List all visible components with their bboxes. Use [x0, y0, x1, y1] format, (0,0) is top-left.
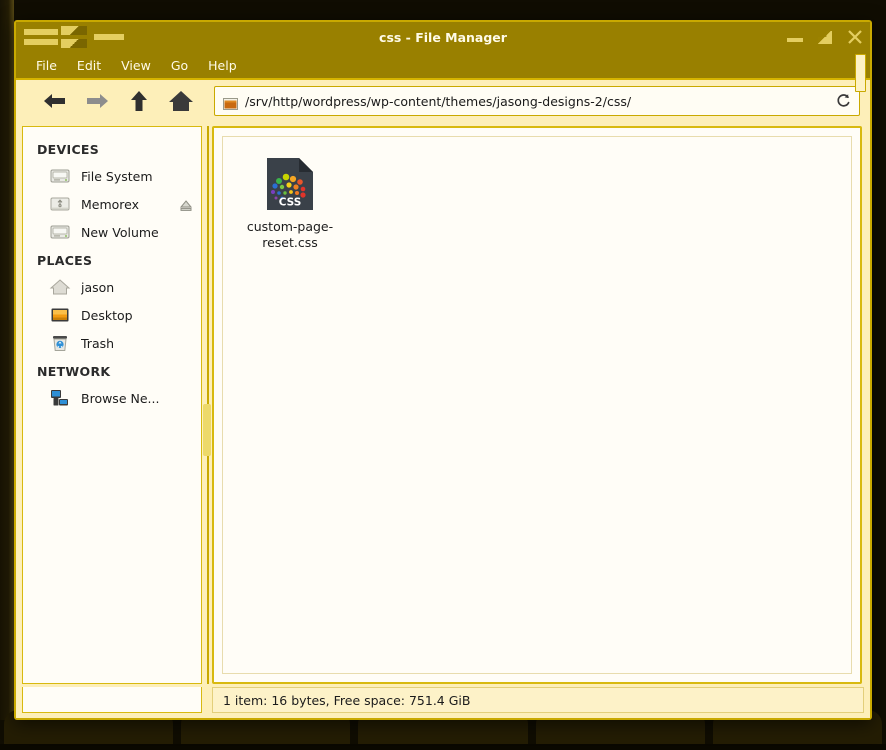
window-menu-square [61, 39, 87, 48]
desktop-icon [49, 304, 71, 326]
sidebar-item-label: jason [81, 279, 115, 295]
sidebar-item-label: Browse Ne... [81, 390, 160, 406]
title-bar: css - File Manager [16, 22, 870, 52]
navigation-toolbar: /srv/http/wordpress/wp-content/themes/ja… [16, 78, 870, 122]
sidebar-item-trash[interactable]: Trash [23, 329, 201, 357]
menu-item-file[interactable]: File [28, 56, 65, 75]
drive-icon [49, 165, 71, 187]
sidebar-item-label: New Volume [81, 224, 159, 240]
close-icon[interactable] [846, 28, 864, 46]
menu-item-go[interactable]: Go [163, 56, 196, 75]
drive-icon [49, 221, 71, 243]
sidebar-group-places: PLACES [37, 253, 93, 268]
file-pane[interactable]: CSS custom-page-reset.css [212, 126, 862, 684]
sidebar-item-jason[interactable]: jason [23, 273, 201, 301]
status-bar-row: 1 item: 16 bytes, Free space: 751.4 GiB [16, 684, 870, 718]
file-pane-wrapper: CSS custom-page-reset.css [212, 126, 864, 684]
minimize-icon[interactable] [786, 28, 804, 46]
sidebar-bottom-stub [22, 687, 202, 713]
splitter-grip[interactable] [203, 404, 211, 456]
arrow-right-icon [87, 94, 108, 108]
sidebar-item-file-system[interactable]: File System [23, 162, 201, 190]
svg-text:CSS: CSS [279, 197, 302, 209]
forward-button[interactable] [76, 84, 118, 118]
arrow-up-icon [131, 91, 147, 111]
sidebar-item-memorex[interactable]: Memorex [23, 190, 201, 218]
status-bar: 1 item: 16 bytes, Free space: 751.4 GiB [212, 687, 864, 713]
up-button[interactable] [118, 84, 160, 118]
path-value: /srv/http/wordpress/wp-content/themes/ja… [245, 93, 632, 109]
folder-icon [223, 95, 238, 110]
file-name-label: custom-page-reset.css [246, 219, 334, 250]
window-menu-icon[interactable] [24, 26, 124, 48]
usb-drive-icon [49, 193, 71, 215]
window-menu-bar-line [24, 29, 58, 35]
sidebar: DEVICES File System Memorex New Volume P… [22, 126, 202, 684]
window-edge-scrollbar[interactable] [855, 54, 866, 92]
file-manager-window: css - File Manager File Edit View Go Hel… [14, 20, 872, 720]
menu-item-edit[interactable]: Edit [69, 56, 109, 75]
home-icon [49, 276, 71, 298]
window-title: css - File Manager [379, 29, 507, 45]
desktop-bottom-strip [0, 744, 886, 750]
menu-item-view[interactable]: View [113, 56, 159, 75]
back-button[interactable] [34, 84, 76, 118]
desktop-left-edge [0, 0, 14, 720]
arrow-left-icon [44, 94, 65, 108]
home-icon [169, 91, 193, 111]
sidebar-splitter[interactable] [202, 126, 212, 684]
sidebar-item-browse-network[interactable]: Browse Ne... [23, 384, 201, 412]
css-file-icon: CSS [261, 155, 319, 213]
sidebar-item-label: Memorex [81, 196, 140, 212]
home-button[interactable] [160, 84, 202, 118]
path-input[interactable]: /srv/http/wordpress/wp-content/themes/ja… [214, 86, 860, 116]
status-text: 1 item: 16 bytes, Free space: 751.4 GiB [223, 692, 471, 708]
eject-icon[interactable] [179, 197, 193, 211]
reload-icon[interactable] [835, 93, 851, 109]
file-item-custom-page-reset-css[interactable]: CSS custom-page-reset.css [237, 151, 343, 254]
network-icon [49, 387, 71, 409]
window-menu-square [61, 26, 87, 35]
sidebar-item-label: Trash [81, 335, 115, 351]
menu-item-help[interactable]: Help [200, 56, 245, 75]
window-menu-bar-line [94, 34, 124, 40]
file-list: CSS custom-page-reset.css [222, 136, 852, 674]
sidebar-item-label: File System [81, 168, 153, 184]
sidebar-group-network: NETWORK [37, 364, 111, 379]
sidebar-group-devices: DEVICES [37, 142, 100, 157]
trash-icon [49, 332, 71, 354]
menu-bar: File Edit View Go Help [16, 52, 870, 92]
window-controls [786, 28, 864, 46]
sidebar-item-label: Desktop [81, 307, 133, 323]
window-body: DEVICES File System Memorex New Volume P… [16, 122, 870, 684]
maximize-icon[interactable] [816, 28, 834, 46]
sidebar-item-desktop[interactable]: Desktop [23, 301, 201, 329]
window-menu-bar-line [24, 39, 58, 45]
sidebar-item-new-volume[interactable]: New Volume [23, 218, 201, 246]
